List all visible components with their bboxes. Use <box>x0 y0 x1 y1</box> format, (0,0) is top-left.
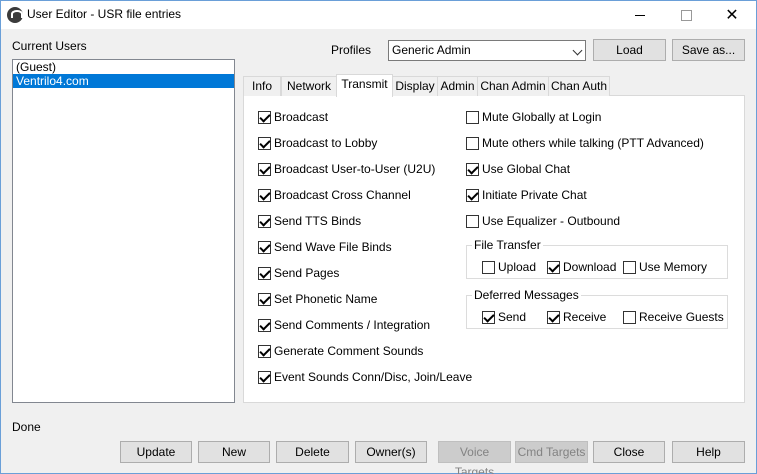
checkbox-box <box>482 310 495 324</box>
send-comments-checkbox[interactable]: Send Comments / Integration <box>258 317 430 333</box>
chevron-down-icon <box>572 45 583 56</box>
checkbox-box <box>258 370 271 384</box>
checkbox-box <box>258 318 271 332</box>
checkbox-box <box>258 266 271 280</box>
checkbox-box <box>258 214 271 228</box>
checkbox-box <box>258 188 271 202</box>
voice-targets-button[interactable]: Voice Targets <box>438 441 511 474</box>
file-transfer-group: File Transfer Upload Download Use Memory <box>466 238 728 279</box>
tab-network[interactable]: Network <box>281 76 337 96</box>
user-item-guest[interactable]: (Guest) <box>13 60 234 74</box>
minimize-button[interactable] <box>617 1 663 29</box>
help-button[interactable]: Help <box>672 441 745 463</box>
checkbox-box <box>258 162 271 176</box>
send-pages-checkbox[interactable]: Send Pages <box>258 265 339 281</box>
deferred-receive-checkbox[interactable]: Receive <box>547 309 606 325</box>
broadcast-lobby-checkbox[interactable]: Broadcast to Lobby <box>258 135 377 151</box>
deferred-send-checkbox[interactable]: Send <box>482 309 526 325</box>
save-as-button[interactable]: Save as... <box>672 39 745 61</box>
checkbox-box <box>466 136 479 150</box>
use-equalizer-checkbox[interactable]: Use Equalizer - Outbound <box>466 213 620 229</box>
users-listbox[interactable]: (Guest) Ventrilo4.com <box>12 59 235 403</box>
deferred-messages-title: Deferred Messages <box>472 288 581 302</box>
user-editor-window: User Editor - USR file entries ✕ Current… <box>0 0 757 474</box>
file-transfer-title: File Transfer <box>472 238 543 252</box>
broadcast-checkbox[interactable]: Broadcast <box>258 109 328 125</box>
profiles-dropdown[interactable]: Generic Admin <box>388 40 586 61</box>
window-title: User Editor - USR file entries <box>27 7 182 21</box>
new-button[interactable]: New <box>198 441 270 463</box>
mute-globally-checkbox[interactable]: Mute Globally at Login <box>466 109 601 125</box>
checkbox-box <box>258 136 271 150</box>
update-button[interactable]: Update <box>120 441 192 463</box>
close-window-button[interactable]: ✕ <box>709 1 755 29</box>
mute-others-checkbox[interactable]: Mute others while talking (PTT Advanced) <box>466 135 704 151</box>
use-memory-checkbox[interactable]: Use Memory <box>623 259 707 275</box>
title-bar: User Editor - USR file entries ✕ <box>1 1 756 29</box>
delete-button[interactable]: Delete <box>276 441 349 463</box>
user-item-ventrilo4[interactable]: Ventrilo4.com <box>13 74 234 88</box>
current-users-label: Current Users <box>12 39 87 53</box>
tab-chan-admin[interactable]: Chan Admin <box>477 76 549 96</box>
event-sounds-checkbox[interactable]: Event Sounds Conn/Disc, Join/Leave <box>258 369 472 385</box>
set-phonetic-name-checkbox[interactable]: Set Phonetic Name <box>258 291 377 307</box>
checkbox-box <box>466 162 479 176</box>
checkbox-box <box>258 240 271 254</box>
tab-admin[interactable]: Admin <box>437 76 478 96</box>
checkbox-box <box>482 260 495 274</box>
tab-transmit[interactable]: Transmit <box>336 74 393 97</box>
generate-comment-sounds-checkbox[interactable]: Generate Comment Sounds <box>258 343 423 359</box>
send-wave-file-binds-checkbox[interactable]: Send Wave File Binds <box>258 239 392 255</box>
checkbox-box <box>466 110 479 124</box>
ventrilo-headset-icon <box>7 7 23 23</box>
send-tts-binds-checkbox[interactable]: Send TTS Binds <box>258 213 361 229</box>
download-checkbox[interactable]: Download <box>547 259 616 275</box>
checkbox-box <box>547 310 560 324</box>
tab-panel-transmit: Broadcast Broadcast to Lobby Broadcast U… <box>243 95 745 403</box>
checkbox-box <box>623 260 636 274</box>
checkbox-box <box>547 260 560 274</box>
checkbox-box <box>258 110 271 124</box>
status-text: Done <box>12 420 41 434</box>
profiles-selected-value: Generic Admin <box>392 43 471 57</box>
tab-chan-auth[interactable]: Chan Auth <box>548 76 610 96</box>
checkbox-box <box>258 292 271 306</box>
deferred-messages-group: Deferred Messages Send Receive Receive G… <box>466 288 728 329</box>
broadcast-u2u-checkbox[interactable]: Broadcast User-to-User (U2U) <box>258 161 435 177</box>
checkbox-box <box>258 344 271 358</box>
use-global-chat-checkbox[interactable]: Use Global Chat <box>466 161 570 177</box>
cmd-targets-button[interactable]: Cmd Targets <box>515 441 588 463</box>
checkbox-box <box>466 188 479 202</box>
close-button[interactable]: Close <box>593 441 665 463</box>
profiles-label: Profiles <box>331 43 372 57</box>
maximize-button[interactable] <box>663 1 709 29</box>
tab-display[interactable]: Display <box>392 76 438 96</box>
initiate-private-chat-checkbox[interactable]: Initiate Private Chat <box>466 187 587 203</box>
load-button[interactable]: Load <box>593 39 666 61</box>
receive-guests-checkbox[interactable]: Receive Guests <box>623 309 724 325</box>
owners-button[interactable]: Owner(s) <box>355 441 427 463</box>
tab-info[interactable]: Info <box>243 76 281 96</box>
upload-checkbox[interactable]: Upload <box>482 259 536 275</box>
broadcast-cross-channel-checkbox[interactable]: Broadcast Cross Channel <box>258 187 411 203</box>
checkbox-box <box>466 214 479 228</box>
checkbox-box <box>623 310 636 324</box>
